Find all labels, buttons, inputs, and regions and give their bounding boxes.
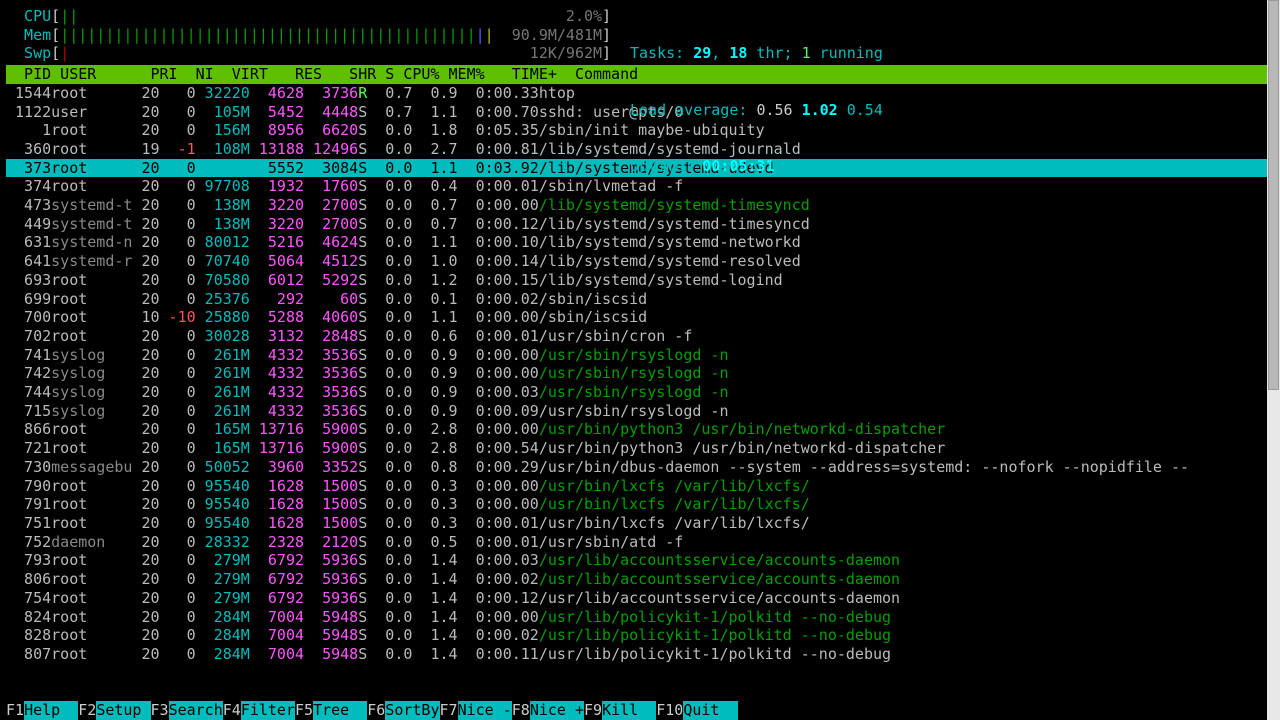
flabel-kill[interactable]: Kill [602,701,656,720]
scrollbar[interactable] [1267,0,1280,720]
fkey-f6[interactable]: F6 [367,701,385,720]
process-row[interactable]: 700 root 10 -10 25880 5288 4060 S 0.0 1.… [6,308,1280,327]
process-row[interactable]: 754 root 20 0 279M 6792 5936 S 0.0 1.4 0… [6,589,1280,608]
fkey-f10[interactable]: F10 [656,701,683,720]
process-row[interactable]: 752 daemon 20 0 28332 2328 2120 S 0.0 0.… [6,533,1280,552]
mem-bar-green: ||||||||||||||||||||||||||||||||||||||||… [60,26,475,45]
fkey-f9[interactable]: F9 [584,701,602,720]
mem-value: 90.9M/481M [512,26,602,45]
load-label: Load average: [630,101,756,119]
mem-bar-blue: | [476,26,485,45]
process-row[interactable]: 807 root 20 0 284M 7004 5948 S 0.0 1.4 0… [6,645,1280,664]
flabel-quit[interactable]: Quit [683,701,737,720]
flabel-help[interactable]: Help [24,701,78,720]
process-row[interactable]: 631 systemd-n 20 0 80012 5216 4624 S 0.0… [6,233,1280,252]
flabel-sortby[interactable]: SortBy [385,701,439,720]
process-row[interactable]: 641 systemd-r 20 0 70740 5064 4512 S 0.0… [6,252,1280,271]
thread-count: 18 [729,44,747,62]
process-row[interactable]: 742 syslog 20 0 261M 4332 3536 S 0.0 0.9… [6,364,1280,383]
process-row[interactable]: 744 syslog 20 0 261M 4332 3536 S 0.0 0.9… [6,383,1280,402]
process-row[interactable]: 828 root 20 0 284M 7004 5948 S 0.0 1.4 0… [6,626,1280,645]
flabel-tree[interactable]: Tree [313,701,367,720]
fkey-f5[interactable]: F5 [295,701,313,720]
process-row[interactable]: 721 root 20 0 165M 13716 5900 S 0.0 2.8 … [6,439,1280,458]
flabel-nice +[interactable]: Nice + [530,701,584,720]
process-row[interactable]: 449 systemd-t 20 0 138M 3220 2700 S 0.0 … [6,215,1280,234]
process-row[interactable]: 751 root 20 0 95540 1628 1500 S 0.0 0.3 … [6,514,1280,533]
fkey-f8[interactable]: F8 [512,701,530,720]
process-row[interactable]: 699 root 20 0 25376 292 60 S 0.0 0.1 0:0… [6,290,1280,309]
process-row[interactable]: 693 root 20 0 70580 6012 5292 S 0.0 1.2 … [6,271,1280,290]
process-row[interactable]: 791 root 20 0 95540 1628 1500 S 0.0 0.3 … [6,495,1280,514]
swp-value: 12K/962M [530,44,602,63]
process-row[interactable]: 741 syslog 20 0 261M 4332 3536 S 0.0 0.9… [6,346,1280,365]
load-5m: 1.02 [802,101,838,119]
mem-bar-yellow: | [485,26,494,45]
flabel-search[interactable]: Search [169,701,223,720]
uptime-value: 00:05:31 [702,157,774,175]
cpu-bar-fill: || [60,7,78,26]
cpu-value: 2.0% [566,7,602,26]
flabel-filter[interactable]: Filter [241,701,295,720]
swp-bar-red: | [60,44,69,63]
footer-bar[interactable]: F1Help F2Setup F3SearchF4FilterF5Tree F6… [6,701,738,720]
process-row[interactable]: 866 root 20 0 165M 13716 5900 S 0.0 2.8 … [6,420,1280,439]
scrollbar-thumb[interactable] [1268,0,1279,390]
fkey-f7[interactable]: F7 [440,701,458,720]
process-row[interactable]: 715 syslog 20 0 261M 4332 3536 S 0.0 0.9… [6,402,1280,421]
process-row[interactable]: 806 root 20 0 279M 6792 5936 S 0.0 1.4 0… [6,570,1280,589]
uptime-label: Uptime: [630,157,702,175]
process-row[interactable]: 790 root 20 0 95540 1628 1500 S 0.0 0.3 … [6,477,1280,496]
process-row[interactable]: 702 root 20 0 30028 3132 2848 S 0.0 0.6 … [6,327,1280,346]
flabel-setup[interactable]: Setup [96,701,150,720]
flabel-nice -[interactable]: Nice - [458,701,512,720]
tasks-count: 29 [693,44,711,62]
running-count: 1 [802,44,811,62]
process-row[interactable]: 824 root 20 0 284M 7004 5948 S 0.0 1.4 0… [6,608,1280,627]
fkey-f4[interactable]: F4 [223,701,241,720]
summary-area: Tasks: 29, 18 thr; 1 running Load averag… [630,7,883,213]
process-row[interactable]: 793 root 20 0 279M 6792 5936 S 0.0 1.4 0… [6,551,1280,570]
fkey-f1[interactable]: F1 [6,701,24,720]
process-row[interactable]: 730 messagebu 20 0 50052 3960 3352 S 0.0… [6,458,1280,477]
fkey-f3[interactable]: F3 [151,701,169,720]
tasks-label: Tasks: [630,44,693,62]
load-1m: 0.56 [756,101,792,119]
fkey-f2[interactable]: F2 [78,701,96,720]
load-15m: 0.54 [847,101,883,119]
